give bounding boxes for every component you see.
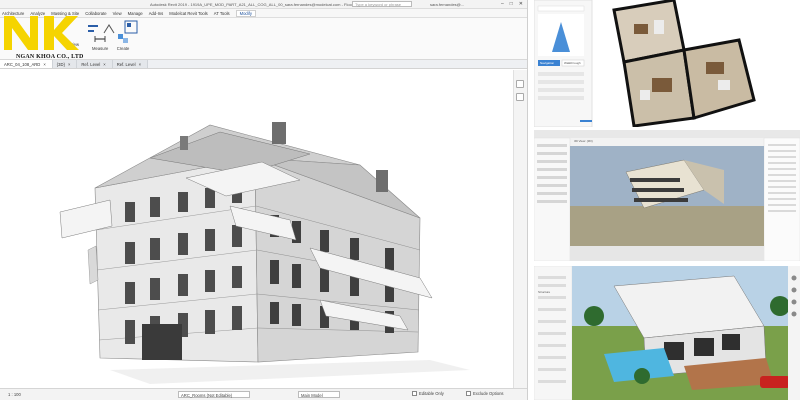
checkbox-icon [466,391,471,396]
minimize-icon[interactable]: – [501,1,504,7]
create-button[interactable]: Create [116,32,130,51]
navigation-button[interactable]: Navigation [540,61,554,65]
ribbon-tool-group[interactable] [124,20,138,34]
zoom-icon[interactable] [516,93,524,101]
close-icon[interactable]: × [43,62,45,67]
exclude-options-label: Exclude Options [473,391,504,396]
thumbnail-floorplan-app: Navigation Walkthrough [534,0,800,127]
workset-selector[interactable]: ARC_Rooms (Not Editable) [178,391,250,398]
window-controls: – □ ✕ [501,1,523,7]
view-tab[interactable]: Ref. Level × [77,60,113,68]
group-icon [124,20,138,34]
navigation-bar [516,80,524,101]
measure-button[interactable]: Measure [92,32,108,51]
view-tab[interactable]: Ref. Level × [112,60,149,68]
close-icon[interactable]: ✕ [519,1,523,7]
maximize-icon[interactable]: □ [510,1,513,7]
tab-modify[interactable]: Modify [235,9,256,17]
structure-section-label: Structure [538,290,551,294]
measure-label: Measure [92,46,109,51]
revit-window: Autodesk Revit 2019 - 1919A_UPE_MOD_PART… [0,0,528,400]
measure-icon [94,36,106,42]
company-name: NGAN KHOA CO., LTD [16,54,84,60]
view-tab-label: Ref. Level [116,62,136,67]
thumbnail-revit-render: 3D View: {3D} [534,130,800,261]
editable-only-label: Editable Only [419,391,444,396]
building-model [59,122,470,384]
close-icon[interactable]: × [139,62,141,67]
exclude-options-toggle[interactable]: Exclude Options [466,391,504,396]
3d-viewport[interactable] [0,70,514,388]
view-tab[interactable]: ARC_04_108_ARD × [0,60,53,68]
status-bar: 1 : 100 ARC_Rooms (Not Editable) Main Mo… [0,388,527,400]
view-tab[interactable]: {3D} × [52,60,78,68]
tab-collaborate[interactable]: Collaborate [85,11,106,16]
view-tab-label: Ref. Level [81,62,101,67]
view-tab-label: ARC_04_108_ARD [4,62,41,67]
close-icon[interactable]: × [68,62,70,67]
steering-wheel-icon[interactable] [516,80,524,88]
tab-manage[interactable]: Manage [128,11,143,16]
house-design-screenshot [534,266,800,400]
walkthrough-button[interactable]: Walkthrough [564,61,581,65]
view-tabs: ARC_04_108_ARD × {3D} × Ref. Level × Ref… [0,60,527,69]
user-account[interactable]: sara.fernandes@... [430,2,464,7]
view-tab-label: {3D} [56,62,65,67]
revit-render-screenshot [534,130,800,261]
view-scale[interactable]: 1 : 100 [8,392,21,397]
tab-view[interactable]: View [113,11,122,16]
tab-modelcat-tools[interactable]: Modelcat Revit Tools [169,11,208,16]
vertical-scrollbar[interactable] [513,70,527,388]
create-icon [118,34,128,43]
checkbox-icon [412,391,417,396]
screenshot-collage: Autodesk Revit 2019 - 1919A_UPE_MOD_PART… [0,0,800,400]
design-option-selector[interactable]: Main Model [298,391,340,398]
tab-at-tools[interactable]: AT Tools [214,11,230,16]
company-logo: NGAN KHOA CO., LTD [2,10,84,60]
title-bar: Autodesk Revit 2019 - 1919A_UPE_MOD_PART… [0,0,527,9]
create-label: Create [116,46,130,51]
editable-only-toggle[interactable]: Editable Only [412,391,444,396]
logo-mark [4,16,79,50]
tab-add-ins[interactable]: Add-Ins [149,11,163,16]
search-input[interactable]: Type a keyword or phrase [352,1,412,7]
close-icon[interactable]: × [103,62,105,67]
thumbnail-house-design-app: Structure [534,266,800,400]
render-view-tab[interactable]: 3D View: {3D} [574,139,593,143]
